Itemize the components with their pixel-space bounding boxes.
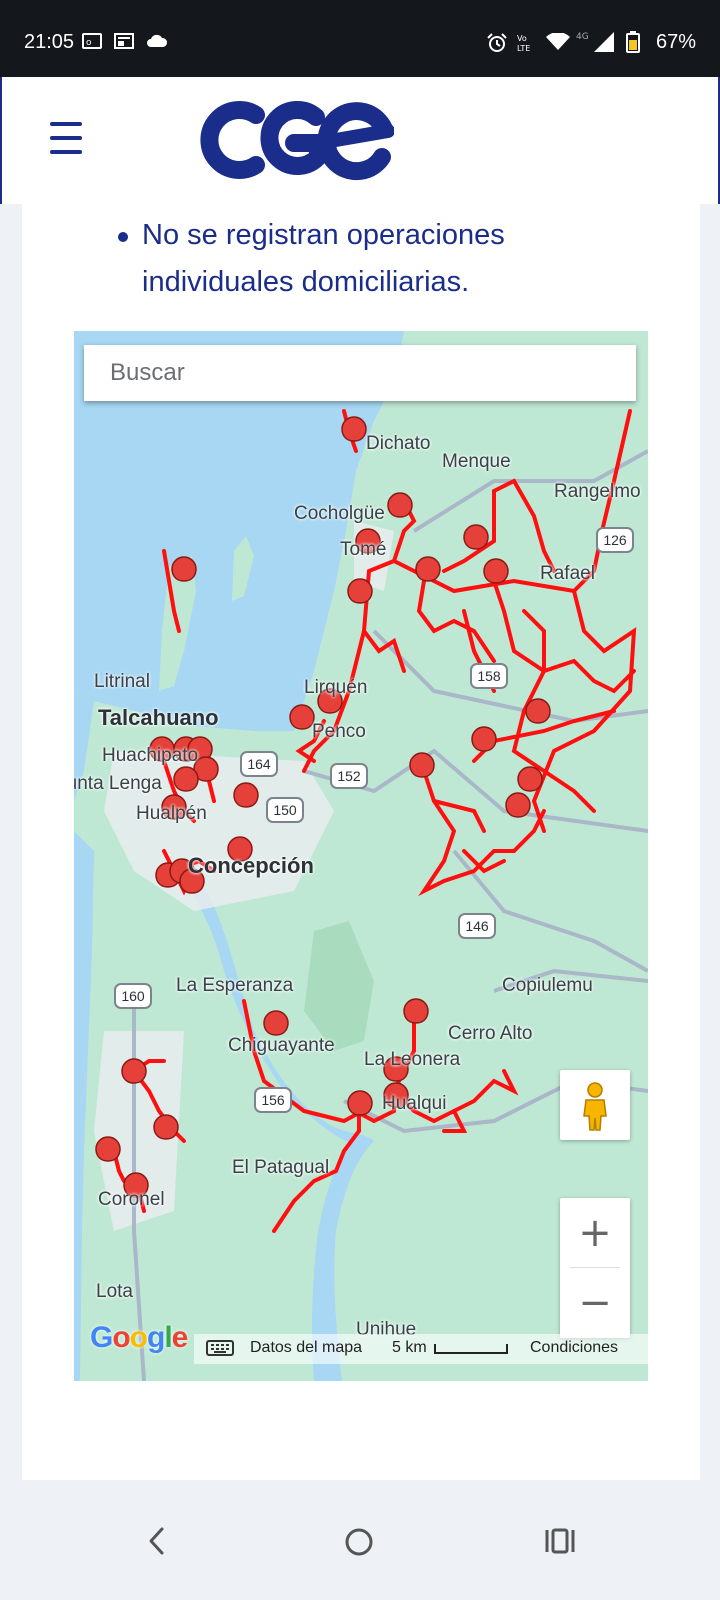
route-shield-156: 156: [254, 1087, 292, 1113]
label-lirquen: Lirquén: [304, 677, 368, 698]
map-marker: [263, 1010, 289, 1036]
label-penco: Penco: [312, 721, 366, 742]
pegman-button[interactable]: [560, 1070, 630, 1140]
label-copiulemu: Copiulemu: [502, 975, 593, 996]
label-hualpen: Hualpén: [136, 803, 207, 824]
label-cocholgue: Cocholgüe: [294, 503, 385, 524]
route-shield-152: 152: [330, 763, 368, 789]
recents-icon[interactable]: [544, 1526, 576, 1556]
network-map[interactable]: Dichato Menque Rangelmo Cocholgüe Tomé R…: [74, 331, 648, 1381]
label-el-patagual: El Patagual: [232, 1157, 330, 1178]
hamburger-menu-icon[interactable]: [50, 122, 86, 156]
route-shield-164: 164: [240, 751, 278, 777]
scale-bar: [434, 1344, 508, 1354]
svg-text:LTE: LTE: [517, 44, 530, 53]
map-marker: [463, 524, 489, 550]
keyboard-icon[interactable]: [206, 1339, 234, 1357]
home-icon[interactable]: [343, 1526, 375, 1558]
news-icon: [114, 33, 134, 49]
site-header: [0, 77, 720, 204]
label-tome: Tomé: [340, 539, 387, 560]
pegman-icon: [583, 1082, 607, 1131]
zoom-control: + −: [560, 1198, 630, 1338]
label-rangelmo: Rangelmo: [554, 481, 641, 502]
map-marker: [483, 558, 509, 584]
android-nav-bar: [0, 1490, 720, 1600]
map-marker: [505, 792, 531, 818]
label-la-esperanza: La Esperanza: [176, 975, 294, 996]
route-shield-150: 150: [266, 797, 304, 823]
scale-label: 5 km: [392, 1339, 427, 1356]
bullet: [118, 232, 128, 242]
label-lota: Lota: [96, 1281, 133, 1302]
label-dichato: Dichato: [366, 433, 431, 454]
cloud-icon: [147, 34, 168, 47]
notice-text: No se registran operaciones individuales…: [142, 219, 505, 298]
label-la-leonera: La Leonera: [364, 1049, 461, 1070]
map-marker: [347, 1090, 373, 1116]
alarm-icon: [487, 33, 507, 52]
wifi-icon: [546, 33, 570, 50]
label-hualqui: Hualqui: [382, 1093, 447, 1114]
battery-percent: 67%: [656, 31, 697, 53]
west-sea: [74, 831, 94, 1381]
route-shield-158: 158: [470, 663, 508, 689]
label-coronel: Coronel: [98, 1189, 165, 1210]
map-attribution-bar: Datos del mapa 5 km Condiciones: [194, 1334, 648, 1364]
notice-item: No se registran operaciones individuales…: [118, 212, 662, 306]
map-marker: [471, 726, 497, 752]
label-chiguayante: Chiguayante: [228, 1035, 335, 1056]
map-marker: [415, 556, 441, 582]
status-bar: 21:05 o Vo LTE 4G 67%: [0, 0, 720, 77]
map-marker: [387, 492, 413, 518]
map-marker: [153, 1114, 179, 1140]
hills-park: [304, 921, 374, 1051]
map-marker: [341, 416, 367, 442]
map-search-input[interactable]: [84, 345, 636, 401]
zoom-in-button[interactable]: +: [560, 1198, 630, 1268]
volte-icon: VoLTE: [517, 34, 530, 53]
status-time: 21:05: [24, 31, 75, 53]
map-data-link[interactable]: Datos del mapa: [250, 1339, 362, 1357]
map-marker: [347, 578, 373, 604]
4g-signal-icon: 4G: [576, 32, 614, 52]
route-shield-146: 146: [458, 913, 496, 939]
map-marker: [173, 766, 199, 792]
outlook-icon: o: [82, 33, 102, 49]
zoom-out-button[interactable]: −: [560, 1268, 630, 1338]
label-rafael: Rafael: [540, 563, 595, 584]
map-marker: [95, 1136, 121, 1162]
label-talcahuano: Talcahuano: [98, 705, 219, 730]
svg-text:o: o: [86, 38, 92, 48]
cge-logo[interactable]: [198, 99, 394, 181]
map-marker: [233, 782, 259, 808]
back-icon[interactable]: [146, 1526, 168, 1556]
label-cerro-alto: Cerro Alto: [448, 1023, 533, 1044]
map-marker: [171, 556, 197, 582]
map-marker: [289, 704, 315, 730]
label-litrinal: Litrinal: [94, 671, 150, 692]
route-shield-126: 126: [596, 527, 634, 553]
terms-link[interactable]: Condiciones: [530, 1339, 618, 1357]
svg-text:4G: 4G: [576, 32, 589, 42]
map-search-box[interactable]: [84, 345, 636, 401]
map-marker: [517, 766, 543, 792]
label-menque: Menque: [442, 451, 511, 472]
map-marker: [525, 698, 551, 724]
google-logo[interactable]: Google: [90, 1321, 188, 1355]
label-concepcion: Concepción: [188, 853, 314, 878]
label-huachipato: Huachipato: [102, 745, 199, 766]
label-punta-lenga: Punta Lenga: [74, 773, 162, 794]
map-marker: [121, 1058, 147, 1084]
route-shield-160: 160: [114, 983, 152, 1009]
svg-text:Vo: Vo: [517, 34, 527, 43]
map-marker: [403, 998, 429, 1024]
map-marker: [409, 752, 435, 778]
battery-icon: [626, 31, 640, 53]
